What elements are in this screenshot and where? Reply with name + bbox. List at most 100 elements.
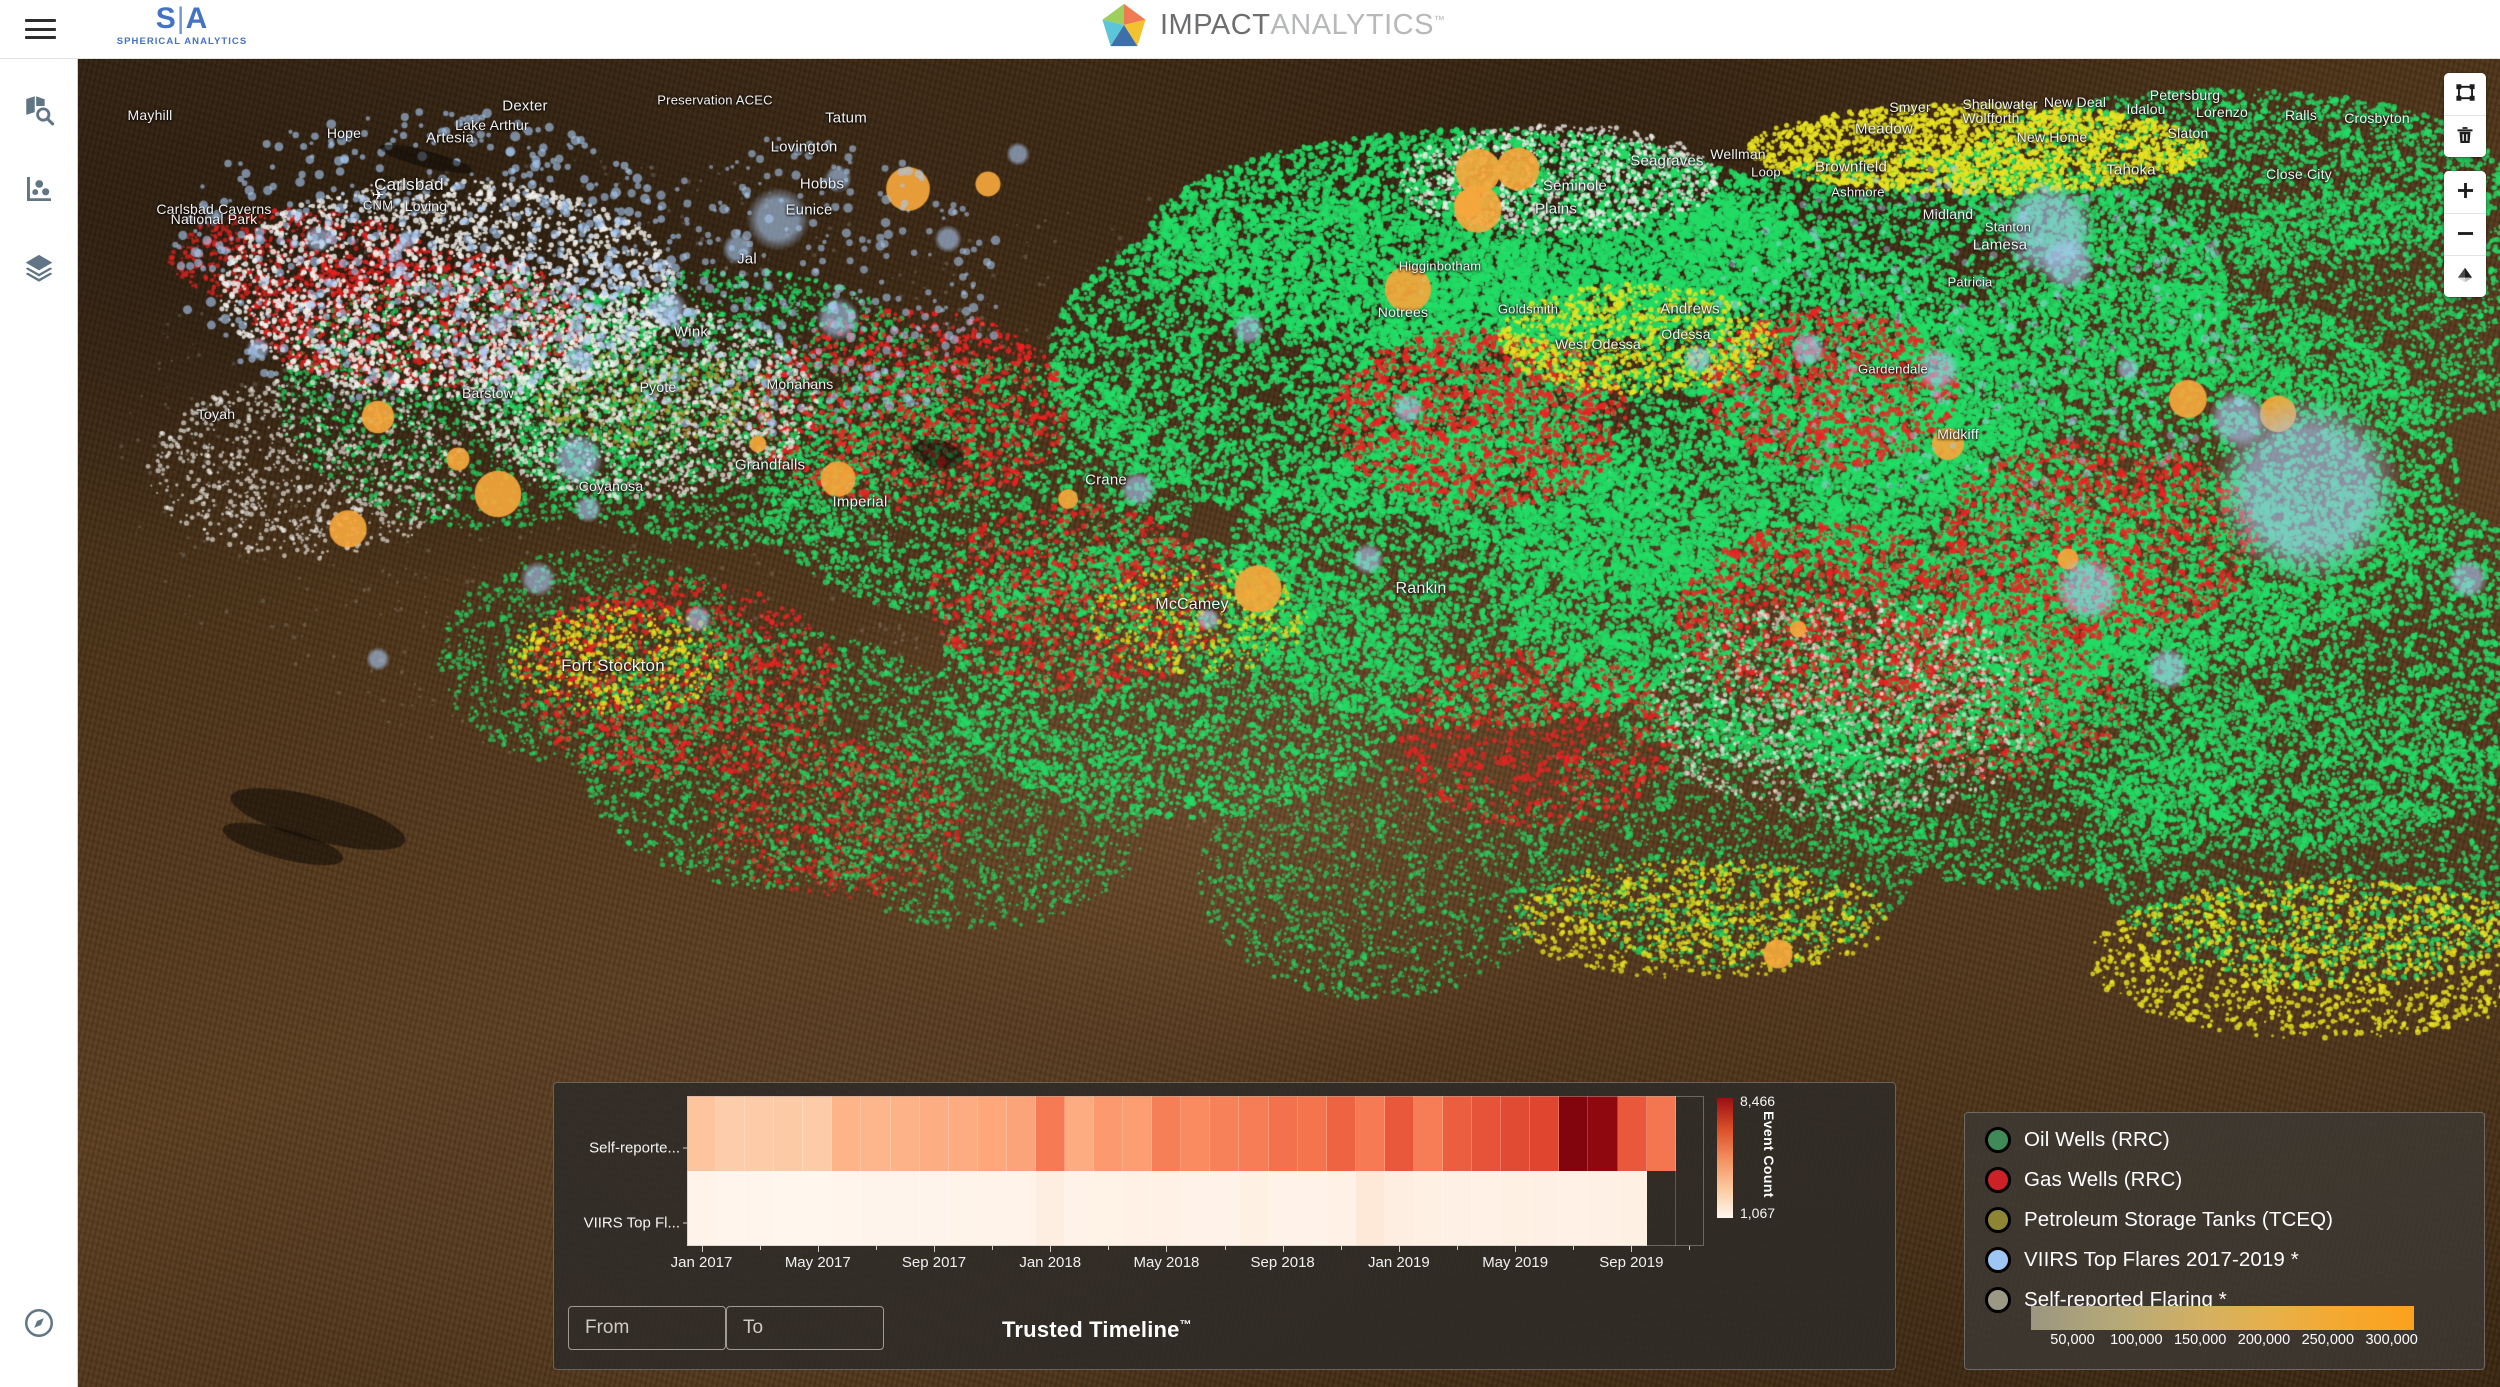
legend-item[interactable]: Oil Wells (RRC): [1985, 1124, 2170, 1156]
legend-item[interactable]: Petroleum Storage Tanks (TCEQ): [1985, 1204, 2333, 1236]
timeline-heatmap-cell[interactable]: [1413, 1096, 1444, 1171]
timeline-heatmap-cell[interactable]: [861, 1096, 891, 1171]
timeline-heatmap-cell[interactable]: [1035, 1171, 1066, 1246]
top-header-bar: S|A SPHERICAL ANALYTICS IMPACTANALYTICS™: [0, 0, 2500, 59]
spherical-analytics-logo[interactable]: S|A SPHERICAL ANALYTICS: [92, 4, 272, 48]
timeline-heatmap-cell[interactable]: [1239, 1171, 1269, 1246]
timeline-heatmap-cell[interactable]: [1530, 1096, 1560, 1171]
timeline-heatmap-cell[interactable]: [1094, 1171, 1124, 1246]
timeline-heatmap-cell[interactable]: [1326, 1096, 1356, 1171]
timeline-axis-tick-label: Jan 2019: [1368, 1254, 1430, 1271]
timeline-heatmap-cell[interactable]: [745, 1171, 775, 1246]
hamburger-menu-icon[interactable]: [25, 16, 56, 42]
timeline-heatmap-cell[interactable]: [1326, 1171, 1356, 1246]
timeline-heatmap-cell[interactable]: [919, 1171, 949, 1246]
zoom-out-button[interactable]: [2444, 213, 2486, 255]
timeline-axis-tick: [1282, 1246, 1284, 1252]
timeline-heatmap-cell[interactable]: [1006, 1096, 1036, 1171]
timeline-heatmap-cell[interactable]: [1501, 1096, 1531, 1171]
timeline-row-label: VIIRS Top Fl...: [583, 1214, 691, 1231]
timeline-heatmap-cell[interactable]: [1210, 1096, 1240, 1171]
sidebar-item-status[interactable]: [0, 1364, 78, 1387]
timeline-heatmap-cell[interactable]: [948, 1171, 978, 1246]
timeline-heatmap-cell[interactable]: [1268, 1096, 1298, 1171]
legend-item[interactable]: Gas Wells (RRC): [1985, 1164, 2182, 1196]
timeline-heatmap-cell[interactable]: [1501, 1171, 1531, 1246]
timeline-heatmap-cell[interactable]: [832, 1171, 862, 1246]
timeline-heatmap-cell[interactable]: [803, 1171, 833, 1246]
timeline-axis-tick-label: Jan 2018: [1019, 1254, 1082, 1271]
timeline-heatmap-cell[interactable]: [716, 1171, 746, 1246]
timeline-heatmap-cell[interactable]: [1006, 1171, 1036, 1246]
legend-item[interactable]: VIIRS Top Flares 2017-2019 *: [1985, 1244, 2299, 1276]
timeline-heatmap-cell[interactable]: [1588, 1096, 1618, 1171]
timeline-heatmap-cell[interactable]: [1065, 1171, 1095, 1246]
timeline-heatmap-cell[interactable]: [1355, 1096, 1385, 1171]
from-date-input[interactable]: [568, 1306, 726, 1350]
compass-icon: [22, 1306, 56, 1340]
timeline-heatmap-cell[interactable]: [1384, 1171, 1414, 1246]
timeline-heatmap-cell[interactable]: [1355, 1171, 1385, 1246]
timeline-heatmap-cell[interactable]: [1384, 1096, 1414, 1171]
timeline-heatmap-cell[interactable]: [1676, 1096, 1704, 1171]
timeline-heatmap-cell[interactable]: [1297, 1171, 1327, 1246]
draw-bbox-button[interactable]: [2444, 73, 2486, 115]
timeline-heatmap-cell[interactable]: [1413, 1171, 1444, 1246]
timeline-heatmap-cell[interactable]: [1647, 1171, 1676, 1246]
timeline-heatmap-cell[interactable]: [1181, 1096, 1211, 1171]
timeline-heatmap-cell[interactable]: [803, 1096, 833, 1171]
timeline-heatmap-cell[interactable]: [977, 1096, 1007, 1171]
timeline-heatmap-cell[interactable]: [1559, 1096, 1589, 1171]
timeline-heatmap-cell[interactable]: [774, 1096, 804, 1171]
legend-item-label: Oil Wells (RRC): [2024, 1128, 2170, 1151]
timeline-heatmap-cell[interactable]: [890, 1096, 920, 1171]
timeline-heatmap-cell[interactable]: [1472, 1171, 1502, 1246]
timeline-heatmap-cell[interactable]: [1268, 1171, 1298, 1246]
timeline-heatmap-cell[interactable]: [1123, 1096, 1153, 1171]
timeline-heatmap-cell[interactable]: [948, 1096, 978, 1171]
timeline-heatmap-cell[interactable]: [1676, 1171, 1704, 1246]
timeline-heatmap-cell[interactable]: [1065, 1096, 1095, 1171]
timeline-heatmap-cell[interactable]: [687, 1096, 717, 1171]
timeline-heatmap-cell[interactable]: [977, 1171, 1007, 1246]
timeline-axis-tick: [1515, 1246, 1517, 1252]
timeline-heatmap-cell[interactable]: [1530, 1171, 1560, 1246]
timeline-heatmap-cell[interactable]: [1210, 1171, 1240, 1246]
timeline-heatmap-cell[interactable]: [1035, 1096, 1066, 1171]
timeline-heatmap-cell[interactable]: [890, 1171, 920, 1246]
legend-color-dot-icon: [1985, 1167, 2011, 1193]
timeline-heatmap-cell[interactable]: [1152, 1096, 1182, 1171]
timeline-heatmap-cell[interactable]: [1123, 1171, 1153, 1246]
timeline-heatmap-cell[interactable]: [745, 1096, 775, 1171]
to-date-input[interactable]: [726, 1306, 884, 1350]
timeline-heatmap-cell[interactable]: [1559, 1171, 1589, 1246]
timeline-heatmap-cell[interactable]: [1443, 1171, 1473, 1246]
timeline-heatmap-cell[interactable]: [716, 1096, 746, 1171]
sidebar-item-navigate[interactable]: [0, 1284, 78, 1362]
timeline-heatmap-cell[interactable]: [774, 1171, 804, 1246]
sidebar-item-layers[interactable]: [0, 229, 78, 307]
timeline-heatmap-cell[interactable]: [1472, 1096, 1502, 1171]
timeline-heatmap-cell[interactable]: [1297, 1096, 1327, 1171]
timeline-heatmap-cell[interactable]: [1152, 1171, 1182, 1246]
timeline-heatmap-cell[interactable]: [1443, 1096, 1473, 1171]
timeline-heatmap-cell[interactable]: [1617, 1171, 1647, 1246]
timeline-heatmap[interactable]: [687, 1096, 1704, 1246]
delete-button[interactable]: [2444, 115, 2486, 157]
timeline-axis-minor-tick: [992, 1246, 994, 1250]
tilt-button[interactable]: [2444, 255, 2486, 297]
timeline-heatmap-cell[interactable]: [919, 1096, 949, 1171]
timeline-heatmap-cell[interactable]: [1181, 1171, 1211, 1246]
timeline-heatmap-cell[interactable]: [832, 1096, 862, 1171]
sidebar-item-analytics[interactable]: [0, 150, 78, 228]
timeline-heatmap-cell[interactable]: [687, 1171, 717, 1246]
timeline-heatmap-cell[interactable]: [861, 1171, 891, 1246]
impact-analytics-logo[interactable]: IMPACTANALYTICS™: [1100, 2, 1445, 48]
sidebar-item-map-search[interactable]: [0, 71, 78, 149]
timeline-heatmap-cell[interactable]: [1617, 1096, 1647, 1171]
timeline-heatmap-cell[interactable]: [1094, 1096, 1124, 1171]
timeline-heatmap-cell[interactable]: [1646, 1096, 1676, 1171]
zoom-in-button[interactable]: [2444, 171, 2486, 213]
timeline-heatmap-cell[interactable]: [1239, 1096, 1269, 1171]
timeline-heatmap-cell[interactable]: [1588, 1171, 1618, 1246]
